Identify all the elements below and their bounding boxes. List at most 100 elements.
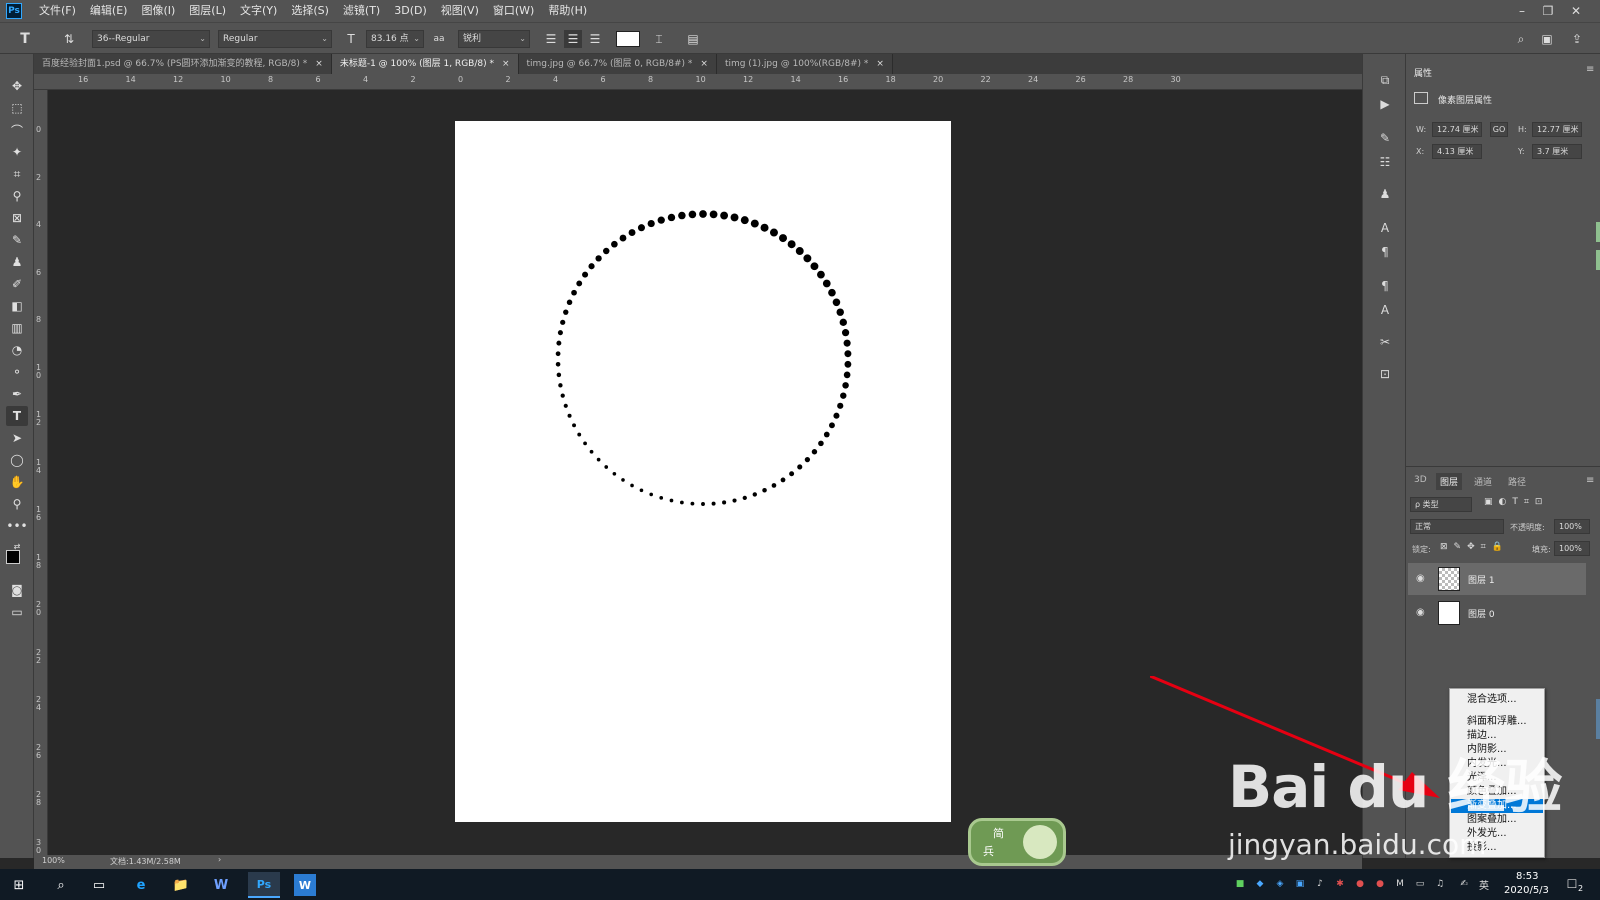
lasso-tool-icon[interactable]: ⌒	[6, 120, 28, 140]
restore-button[interactable]: ❐	[1536, 0, 1560, 22]
character-icon[interactable]: A	[1375, 218, 1395, 238]
actions-panel-icon[interactable]: ▶	[1375, 94, 1395, 114]
panel-menu-icon[interactable]: ≡	[1586, 64, 1594, 75]
network-icon[interactable]: ▭	[1414, 878, 1426, 890]
tab-close-icon[interactable]: ×	[315, 54, 323, 74]
magic-wand-tool-icon[interactable]: ✦	[6, 142, 28, 162]
search-icon[interactable]: ⌕	[50, 874, 72, 896]
edge-icon[interactable]: e	[130, 874, 152, 896]
tab-document-2[interactable]: timg.jpg @ 66.7% (图层 0, RGB/8#) * ×	[518, 54, 717, 74]
tray-icon[interactable]: ●	[1354, 878, 1366, 890]
fill-field[interactable]: 100%	[1554, 541, 1590, 556]
layer-filter-icons[interactable]: ▣◐T⌗⊡	[1484, 497, 1548, 507]
paragraph-styles-icon[interactable]: ¶	[1375, 276, 1395, 296]
pen-tool-icon[interactable]: ✒	[6, 384, 28, 404]
panel-menu-icon[interactable]: ≡	[1586, 475, 1594, 486]
task-view-icon[interactable]: ▭	[88, 874, 110, 896]
clone-source-icon[interactable]: ♟	[1375, 184, 1395, 204]
menu-view[interactable]: 视图(V)	[434, 0, 486, 22]
tab-3d[interactable]: 3D	[1410, 473, 1431, 487]
tools-icon[interactable]: ✂	[1375, 332, 1395, 352]
hand-tool-icon[interactable]: ✋	[6, 472, 28, 492]
panel-scroll-marker[interactable]	[1596, 222, 1600, 242]
eraser-tool-icon[interactable]: ◧	[6, 296, 28, 316]
path-selection-icon[interactable]: ➤	[6, 428, 28, 448]
properties-panel-icon[interactable]: ⊡	[1375, 364, 1395, 384]
history-brush-icon[interactable]: ✐	[6, 274, 28, 294]
file-explorer-icon[interactable]: 📁	[170, 874, 192, 896]
font-style-select[interactable]: Regular ⌄	[218, 30, 332, 48]
menu-help[interactable]: 帮助(H)	[541, 0, 594, 22]
stamp-tool-icon[interactable]: ♟	[6, 252, 28, 272]
character-styles-icon[interactable]: A	[1375, 300, 1395, 320]
close-button[interactable]: ✕	[1564, 0, 1588, 22]
ime-indicator[interactable]: 英	[1478, 878, 1490, 892]
visibility-eye-icon[interactable]: ◉	[1416, 573, 1425, 584]
tray-icon[interactable]: ●	[1374, 878, 1386, 890]
brush-tool-icon[interactable]: ✎	[6, 230, 28, 250]
status-arrow-icon[interactable]: ›	[218, 855, 221, 864]
clock-date[interactable]: 2020/5/3	[1504, 885, 1549, 896]
menu-filter[interactable]: 滤镜(T)	[336, 0, 387, 22]
menu-item-style[interactable]: 混合选项...	[1451, 693, 1543, 707]
tab-document-0[interactable]: 百度经验封面1.psd @ 66.7% (PS圆环添加渐变的教程, RGB/8)…	[34, 54, 332, 74]
character-panel-icon[interactable]: ▤	[684, 30, 702, 48]
menu-3d[interactable]: 3D(D)	[387, 0, 434, 22]
zoom-level[interactable]: 100%	[42, 856, 65, 865]
tab-close-icon[interactable]: ×	[700, 54, 708, 74]
tray-icon[interactable]: ✱	[1334, 878, 1346, 890]
tray-icon[interactable]: M	[1394, 878, 1406, 890]
tab-close-icon[interactable]: ×	[876, 54, 884, 74]
scrollbar[interactable]	[1596, 699, 1600, 739]
quick-mask-icon[interactable]: ◙	[6, 580, 28, 600]
tray-icon[interactable]: ▣	[1294, 878, 1306, 890]
tab-layers[interactable]: 图层	[1436, 473, 1463, 490]
lock-icons[interactable]: ⊠✎✥⌗🔒	[1440, 542, 1509, 552]
pen-icon[interactable]: ✍	[1458, 878, 1470, 890]
y-field[interactable]: 3.7 厘米	[1532, 144, 1582, 159]
crop-tool-icon[interactable]: ⌗	[6, 164, 28, 184]
volume-icon[interactable]: ♫	[1434, 878, 1446, 890]
menu-edit[interactable]: 编辑(E)	[83, 0, 135, 22]
document-canvas[interactable]	[455, 121, 951, 822]
brush-settings-icon[interactable]: ✎	[1375, 128, 1395, 148]
notification-icon[interactable]: ☐	[1566, 877, 1578, 891]
minimize-button[interactable]: –	[1510, 0, 1534, 22]
tab-document-3[interactable]: timg (1).jpg @ 100%(RGB/8#) * ×	[716, 54, 893, 74]
menu-type[interactable]: 文字(Y)	[233, 0, 284, 22]
x-field[interactable]: 4.13 厘米	[1432, 144, 1482, 159]
layer-filter-select[interactable]: ρ 类型	[1410, 497, 1472, 512]
menu-item-style[interactable]: 斜面和浮雕...	[1451, 715, 1543, 729]
start-icon[interactable]: ⊞	[8, 874, 30, 896]
align-center-icon[interactable]: ☰	[564, 30, 582, 48]
warp-text-icon[interactable]: ⌶	[650, 30, 668, 48]
tab-channels[interactable]: 通道	[1470, 473, 1496, 490]
text-color-swatch[interactable]	[616, 31, 640, 47]
frame-tool-icon[interactable]: ⊠	[6, 208, 28, 228]
font-family-select[interactable]: 36--Regular ⌄	[92, 30, 210, 48]
tray-icon[interactable]: ■	[1234, 878, 1246, 890]
properties-tab[interactable]: 属性	[1414, 66, 1432, 79]
panel-scroll-marker[interactable]	[1596, 250, 1600, 270]
gradient-tool-icon[interactable]: ▥	[6, 318, 28, 338]
tray-icon[interactable]: ◆	[1254, 878, 1266, 890]
tray-mic-icon[interactable]: ♪	[1314, 878, 1326, 890]
layer-row[interactable]: ◉ 图层 1	[1408, 563, 1586, 595]
text-orientation-icon[interactable]: ⇅	[60, 30, 78, 48]
more-tools-icon[interactable]: •••	[6, 516, 28, 536]
align-left-icon[interactable]: ☰	[542, 30, 560, 48]
move-tool-icon[interactable]: ✥	[6, 76, 28, 96]
search-icon[interactable]: ⌕	[1512, 30, 1530, 48]
menu-window[interactable]: 窗口(W)	[486, 0, 541, 22]
photoshop-taskbar-icon[interactable]: Ps	[248, 872, 280, 898]
foreground-color-swatch[interactable]	[6, 550, 20, 564]
eyedropper-tool-icon[interactable]: ⚲	[6, 186, 28, 206]
tab-document-1[interactable]: 未标题-1 @ 100% (图层 1, RGB/8) * ×	[331, 54, 519, 74]
tab-paths[interactable]: 路径	[1504, 473, 1530, 490]
app-icon[interactable]: W	[210, 874, 232, 896]
opacity-field[interactable]: 100%	[1554, 519, 1590, 534]
menu-layer[interactable]: 图层(L)	[182, 0, 233, 22]
paragraph-icon[interactable]: ¶	[1375, 242, 1395, 262]
layer-row[interactable]: ◉ 图层 0	[1408, 597, 1586, 629]
ellipse-tool-icon[interactable]: ◯	[6, 450, 28, 470]
